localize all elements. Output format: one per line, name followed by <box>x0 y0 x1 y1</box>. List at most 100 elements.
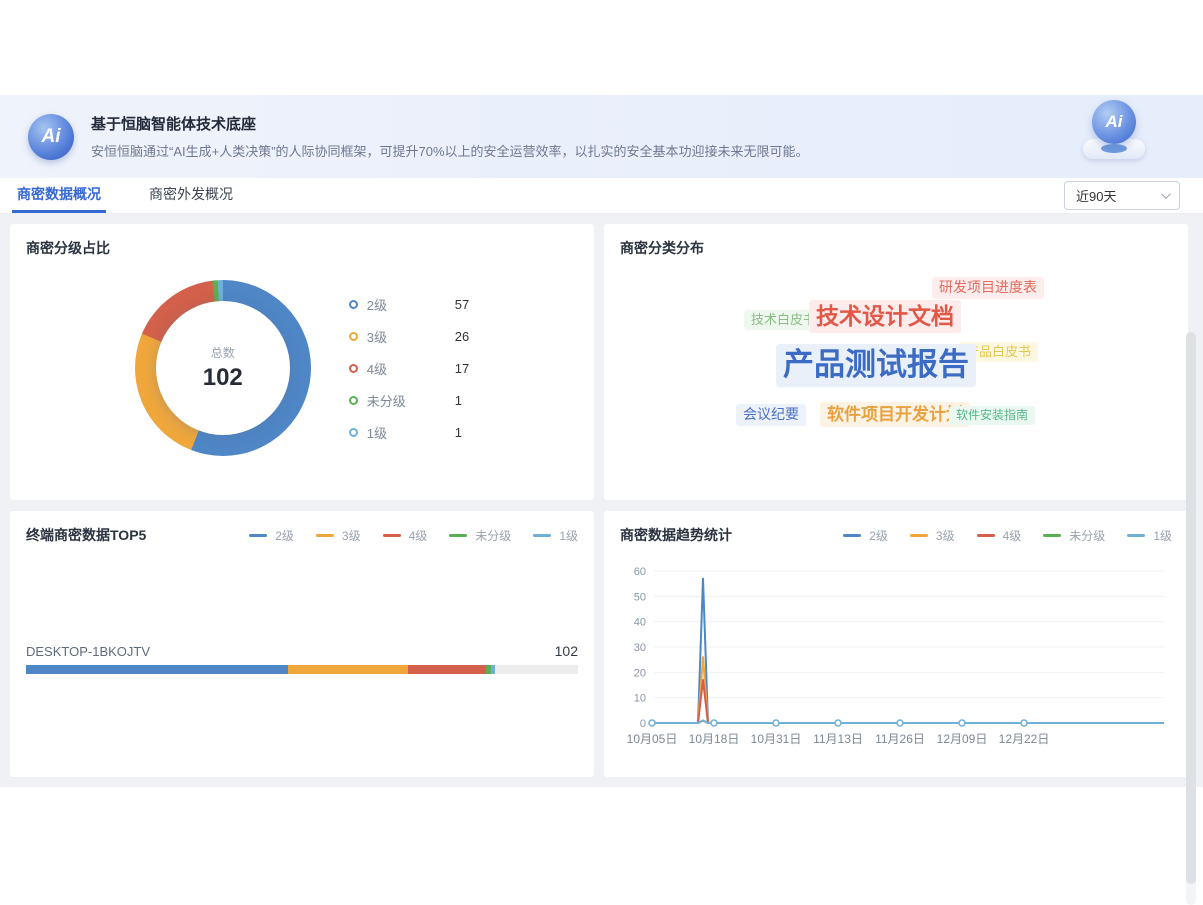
bar-segment <box>491 665 496 674</box>
y-axis-label: 60 <box>634 566 646 578</box>
x-axis-label: 12月09日 <box>937 732 988 746</box>
word-cloud-term[interactable]: 产品测试报告 <box>776 344 976 387</box>
scrollbar-thumb[interactable] <box>1186 332 1196 884</box>
legend-item[interactable]: 3级 <box>316 527 361 544</box>
donut-chart-area: 总数 102 2级 57 3级 26 4级 17 未分级 1 1级1 <box>26 280 578 456</box>
legend-label: 3级 <box>936 527 955 544</box>
legend-item[interactable]: 未分级 <box>1043 527 1105 544</box>
panel-category-distribution: 商密分类分布 研发项目进度表技术白皮书技术设计文档产品白皮书产品测试报告会议纪要… <box>603 223 1189 501</box>
ai-robot-mascot: Ai <box>1077 100 1151 159</box>
panel-trend-title: 商密数据趋势统计 <box>620 525 732 545</box>
bar-segment <box>288 665 408 674</box>
legend-ring-icon <box>349 364 358 373</box>
panel-terminal-top5: 终端商密数据TOP5 2级 3级 4级 未分级 1级 DESKTOP-1BKOJTV 1… <box>9 510 595 778</box>
date-range-select[interactable]: 近90天 <box>1064 181 1180 210</box>
legend-dash-icon <box>977 534 995 537</box>
bar-row-total: 102 <box>555 643 578 659</box>
data-point-marker <box>1021 720 1027 726</box>
y-axis-label: 10 <box>634 693 646 705</box>
legend-dash-icon <box>843 534 861 537</box>
legend-label: 3级 <box>367 327 429 346</box>
dashboard-content: 商密分级占比 总数 102 2级573级264级17未分级11级1 <box>0 214 1203 787</box>
bar-chart-legend: 2级 3级 4级 未分级 1级 <box>227 527 578 544</box>
panel-trend: 商密数据趋势统计 2级3级4级未分级1级 010203040506010月05日… <box>603 510 1189 778</box>
chevron-down-icon <box>1161 189 1171 199</box>
tab-shangmi-data-overview[interactable]: 商密数据概况 <box>12 178 106 213</box>
donut-legend-item[interactable]: 1级1 <box>349 423 469 442</box>
vertical-scrollbar[interactable] <box>1186 332 1196 905</box>
legend-dash-icon <box>249 534 267 537</box>
y-axis-label: 30 <box>634 642 646 654</box>
data-point-marker <box>897 720 903 726</box>
data-point-marker <box>711 720 717 726</box>
header-text: 基于恒脑智能体技术底座 安恒恒脑通过“AI生成+人类决策”的人际协同框架，可提升… <box>91 113 809 160</box>
legend-dash-icon <box>910 534 928 537</box>
legend-item[interactable]: 4级 <box>977 527 1022 544</box>
legend-dash-icon <box>383 534 401 537</box>
y-axis-label: 0 <box>640 718 646 730</box>
ai-mascot-head-icon: Ai <box>1092 100 1136 144</box>
trend-series-line <box>654 579 1164 723</box>
header-banner: Ai 基于恒脑智能体技术底座 安恒恒脑通过“AI生成+人类决策”的人际协同框架，… <box>0 95 1203 178</box>
word-cloud-term[interactable]: 软件安装指南 <box>949 406 1035 425</box>
legend-dash-icon <box>316 534 334 537</box>
legend-label: 4级 <box>367 359 429 378</box>
bar-row-label: DESKTOP-1BKOJTV <box>26 644 150 659</box>
y-axis-label: 40 <box>634 617 646 629</box>
dashboard-page: Ai 基于恒脑智能体技术底座 安恒恒脑通过“AI生成+人类决策”的人际协同框架，… <box>0 0 1203 905</box>
stacked-bar[interactable] <box>26 665 578 674</box>
donut-chart[interactable]: 总数 102 <box>135 280 311 456</box>
legend-label: 2级 <box>275 527 294 544</box>
legend-item[interactable]: 3级 <box>910 527 955 544</box>
legend-item[interactable]: 未分级 <box>449 527 511 544</box>
date-range-value: 近90天 <box>1076 186 1116 205</box>
legend-label: 未分级 <box>367 391 429 410</box>
legend-value: 57 <box>455 297 469 312</box>
donut-legend-item[interactable]: 4级 17 <box>349 359 469 378</box>
legend-item[interactable]: 1级 <box>1127 527 1172 544</box>
donut-legend-item[interactable]: 2级 57 <box>349 295 469 314</box>
x-axis-label: 12月22日 <box>999 732 1050 746</box>
legend-label: 1级 <box>1153 527 1172 544</box>
bar-segment <box>408 665 486 674</box>
ai-logo-icon: Ai <box>28 114 74 160</box>
data-point-marker <box>835 720 841 726</box>
trend-series-line <box>654 657 1164 723</box>
legend-value: 1 <box>455 393 462 408</box>
legend-label: 3级 <box>342 527 361 544</box>
y-axis-label: 20 <box>634 667 646 679</box>
trend-line-chart[interactable]: 010203040506010月05日10月18日10月31日11月13日11月… <box>620 551 1174 751</box>
legend-item[interactable]: 2级 <box>249 527 294 544</box>
panel-grade-ratio: 商密分级占比 总数 102 2级573级264级17未分级11级1 <box>9 223 595 501</box>
donut-legend-item[interactable]: 3级 26 <box>349 327 469 346</box>
legend-value: 17 <box>455 361 469 376</box>
donut-center-label: 总数 <box>211 344 235 361</box>
x-axis-label: 10月18日 <box>689 732 740 746</box>
data-point-marker <box>959 720 965 726</box>
data-point-marker <box>773 720 779 726</box>
word-cloud-term[interactable]: 软件项目开发计划 <box>820 402 970 427</box>
legend-item[interactable]: 1级 <box>533 527 578 544</box>
word-cloud-term[interactable]: 技术设计文档 <box>809 300 961 333</box>
legend-label: 2级 <box>869 527 888 544</box>
data-point-marker <box>649 720 655 726</box>
tab-bar: 商密数据概况 商密外发概况 近90天 <box>0 178 1203 214</box>
word-cloud-term[interactable]: 会议纪要 <box>736 404 806 426</box>
word-cloud-term[interactable]: 研发项目进度表 <box>932 277 1044 299</box>
legend-dash-icon <box>449 534 467 537</box>
legend-ring-icon <box>349 332 358 341</box>
donut-center: 总数 102 <box>156 301 290 435</box>
tab-shangmi-outgoing-overview[interactable]: 商密外发概况 <box>144 178 238 213</box>
x-axis-label: 11月13日 <box>813 732 863 746</box>
legend-label: 2级 <box>367 295 429 314</box>
legend-label: 未分级 <box>475 527 511 544</box>
x-axis-label: 10月31日 <box>751 732 802 746</box>
legend-ring-icon <box>349 300 358 309</box>
legend-value: 26 <box>455 329 469 344</box>
donut-legend-item[interactable]: 未分级 1 <box>349 391 469 410</box>
x-axis-label: 10月05日 <box>627 732 678 746</box>
panel-terminal-top5-title: 终端商密数据TOP5 <box>26 525 146 545</box>
x-axis-label: 11月26日 <box>875 732 925 746</box>
legend-item[interactable]: 4级 <box>383 527 428 544</box>
legend-item[interactable]: 2级 <box>843 527 888 544</box>
